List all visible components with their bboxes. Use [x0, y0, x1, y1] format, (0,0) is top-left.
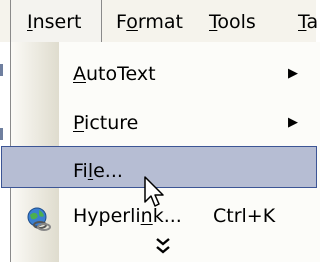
menu-tools[interactable]: Tools — [209, 0, 256, 42]
menu-format-pre: F — [116, 11, 127, 33]
menu-table[interactable]: Ta — [298, 0, 318, 42]
menu-insert-post: nsert — [32, 11, 82, 33]
file-pre: Fi — [73, 160, 88, 182]
picture-mnemonic: P — [73, 112, 85, 134]
window-edge-mark — [0, 128, 3, 140]
menu-format[interactable]: Format — [116, 0, 183, 42]
menu-insert[interactable]: Insert — [10, 0, 102, 42]
window-edge-mark — [0, 64, 3, 76]
menu-tools-post: ools — [217, 11, 256, 33]
menu-table-post: a — [306, 11, 319, 33]
menu-item-picture-label: Picture — [73, 101, 138, 145]
submenu-arrow-icon: ▶ — [288, 66, 298, 81]
double-chevron-down-icon[interactable] — [151, 236, 175, 256]
picture-post: icture — [84, 112, 139, 134]
file-post: e... — [93, 160, 123, 182]
menu-format-post: rmat — [137, 11, 183, 33]
menu-item-picture[interactable]: Picture ▶ — [11, 101, 320, 145]
menu-bar: Insert Format Tools Ta — [0, 0, 318, 42]
globe-link-icon — [27, 207, 51, 231]
insert-dropdown-menu: AutoText ▶ Picture ▶ File... Hyperlink..… — [1, 42, 320, 262]
mouse-pointer-icon — [144, 176, 164, 207]
menu-format-mnemonic: o — [126, 11, 138, 33]
hyperlink-pre: Hyperli — [73, 205, 141, 227]
autotext-mnemonic: A — [73, 63, 86, 85]
submenu-arrow-icon: ▶ — [288, 115, 298, 130]
menu-item-autotext[interactable]: AutoText ▶ — [11, 52, 320, 96]
shortcut-label: Ctrl+K — [213, 205, 276, 227]
menu-item-autotext-label: AutoText — [73, 52, 156, 96]
menu-item-file-label: File... — [73, 149, 123, 193]
autotext-post: utoText — [86, 63, 156, 85]
